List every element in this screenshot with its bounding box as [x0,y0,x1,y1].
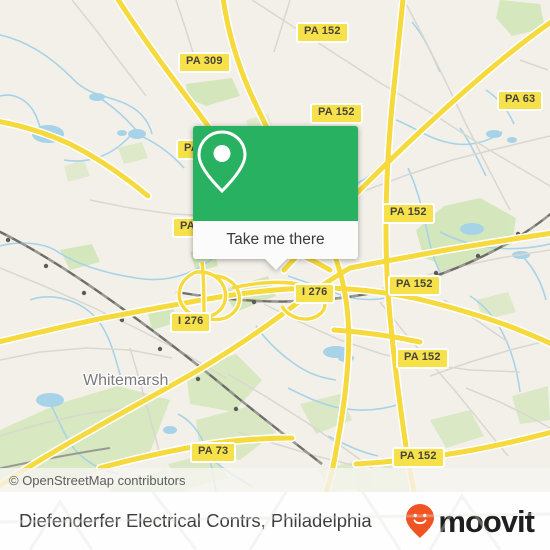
road-shield: PA 152 [388,275,441,296]
road-shield: I 276 [294,283,336,304]
road-shield: PA 152 [382,203,435,224]
map-canvas[interactable]: PA 152PA 309PA 152PA 63PA 309PA 152PA 30… [0,0,550,492]
footer-bar: Diefenderfer Electrical Contrs, Philadel… [0,492,550,550]
road-shield: PA 63 [497,90,544,111]
road-shield: PA 152 [396,348,449,369]
moovit-smiley-pin-icon [406,504,435,538]
attribution-text: © OpenStreetMap contributors [9,472,186,488]
road-shield: PA 73 [190,442,237,463]
popup-tail [264,259,287,270]
take-me-there-button[interactable]: Take me there [193,221,358,259]
moovit-wordmark: moovit [438,503,535,539]
map-pin-icon [197,130,247,194]
take-me-there-label: Take me there [226,231,325,248]
page-title: Diefenderfer Electrical Contrs, Philadel… [19,510,372,531]
road-shield: PA 309 [178,52,231,73]
location-popup-card[interactable]: Take me there [193,126,358,270]
road-shield: I 276 [170,312,212,333]
map-attribution: © OpenStreetMap contributors [0,468,550,492]
road-shield: PA 152 [310,103,363,124]
road-shield: PA 152 [296,22,349,43]
map-page: PA 152PA 309PA 152PA 63PA 309PA 152PA 30… [0,0,550,550]
place-label: Whitemarsh [83,372,169,389]
moovit-logo[interactable]: moovit [405,503,535,539]
popup-icon-panel [193,126,358,221]
road-shield: PA 152 [392,447,445,468]
